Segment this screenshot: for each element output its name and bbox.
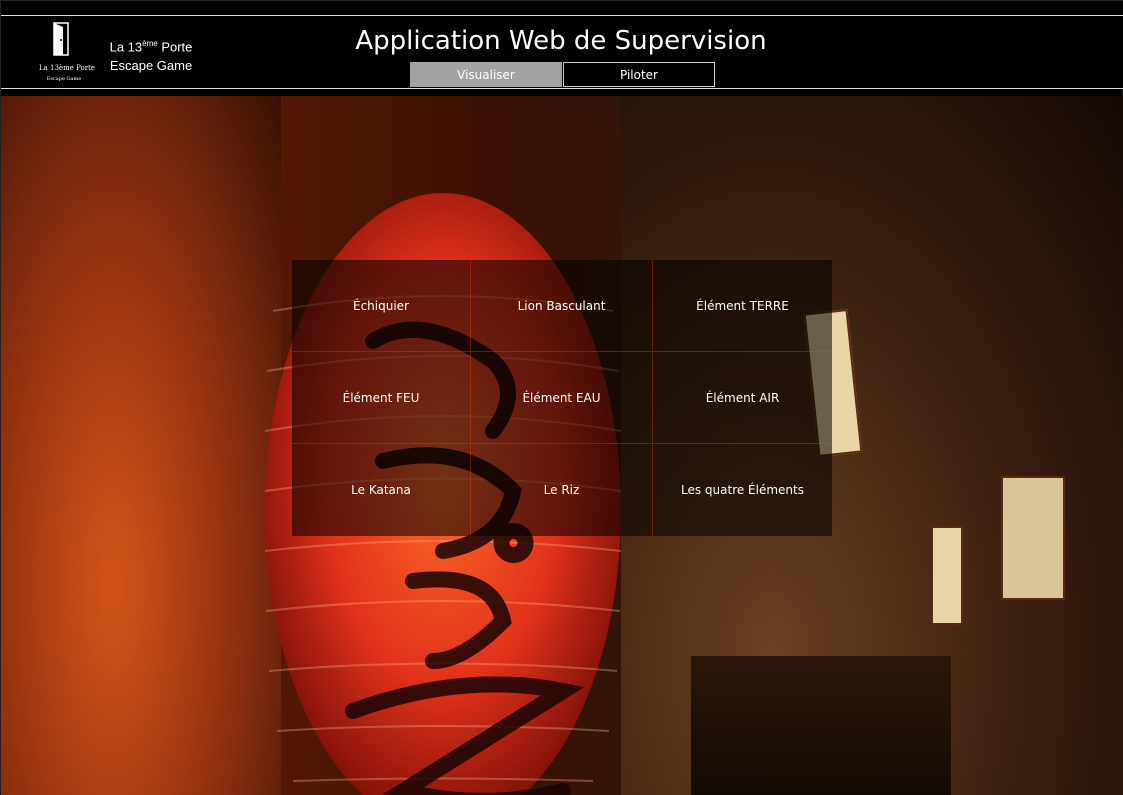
- tab-visualiser[interactable]: Visualiser: [410, 62, 562, 87]
- grid-item-element-eau[interactable]: Élément EAU: [471, 352, 653, 444]
- brand-text: La 13ème Porte Escape Game: [101, 34, 201, 75]
- door-icon: [53, 22, 69, 56]
- grid-item-lion-basculant[interactable]: Lion Basculant: [471, 260, 653, 352]
- top-strip: [1, 1, 1123, 16]
- brand-line-2: Escape Game: [109, 58, 193, 74]
- grid-item-element-feu[interactable]: Élément FEU: [292, 352, 471, 444]
- brand-line-1: La 13ème Porte: [109, 39, 193, 55]
- hanging-sign: [1001, 476, 1065, 600]
- grid-item-le-katana[interactable]: Le Katana: [292, 444, 471, 536]
- logo: La 13ème Porte Escape Game: [39, 22, 96, 84]
- grid-item-element-air[interactable]: Élément AIR: [653, 352, 832, 444]
- grid-item-quatre-elements[interactable]: Les quatre Éléments: [653, 444, 832, 536]
- nav-tabs: Visualiser Piloter: [410, 62, 715, 87]
- grid-item-element-terre[interactable]: Élément TERRE: [653, 260, 832, 352]
- grid-item-echiquier[interactable]: Échiquier: [292, 260, 471, 352]
- app-window: La 13ème Porte Escape Game La 13ème Port…: [0, 0, 1123, 795]
- grid-item-le-riz[interactable]: Le Riz: [471, 444, 653, 536]
- page-title: Application Web de Supervision: [355, 26, 767, 56]
- logo-name: La 13ème Porte: [39, 64, 96, 72]
- alley-floor: [691, 656, 951, 795]
- hanging-sign: [931, 526, 963, 625]
- wall-left: [1, 96, 281, 795]
- logo-subtitle: Escape Game: [46, 76, 82, 82]
- tab-piloter[interactable]: Piloter: [563, 62, 715, 87]
- header: La 13ème Porte Escape Game La 13ème Port…: [1, 16, 1123, 89]
- element-grid: Échiquier Lion Basculant Élément TERRE É…: [292, 260, 832, 536]
